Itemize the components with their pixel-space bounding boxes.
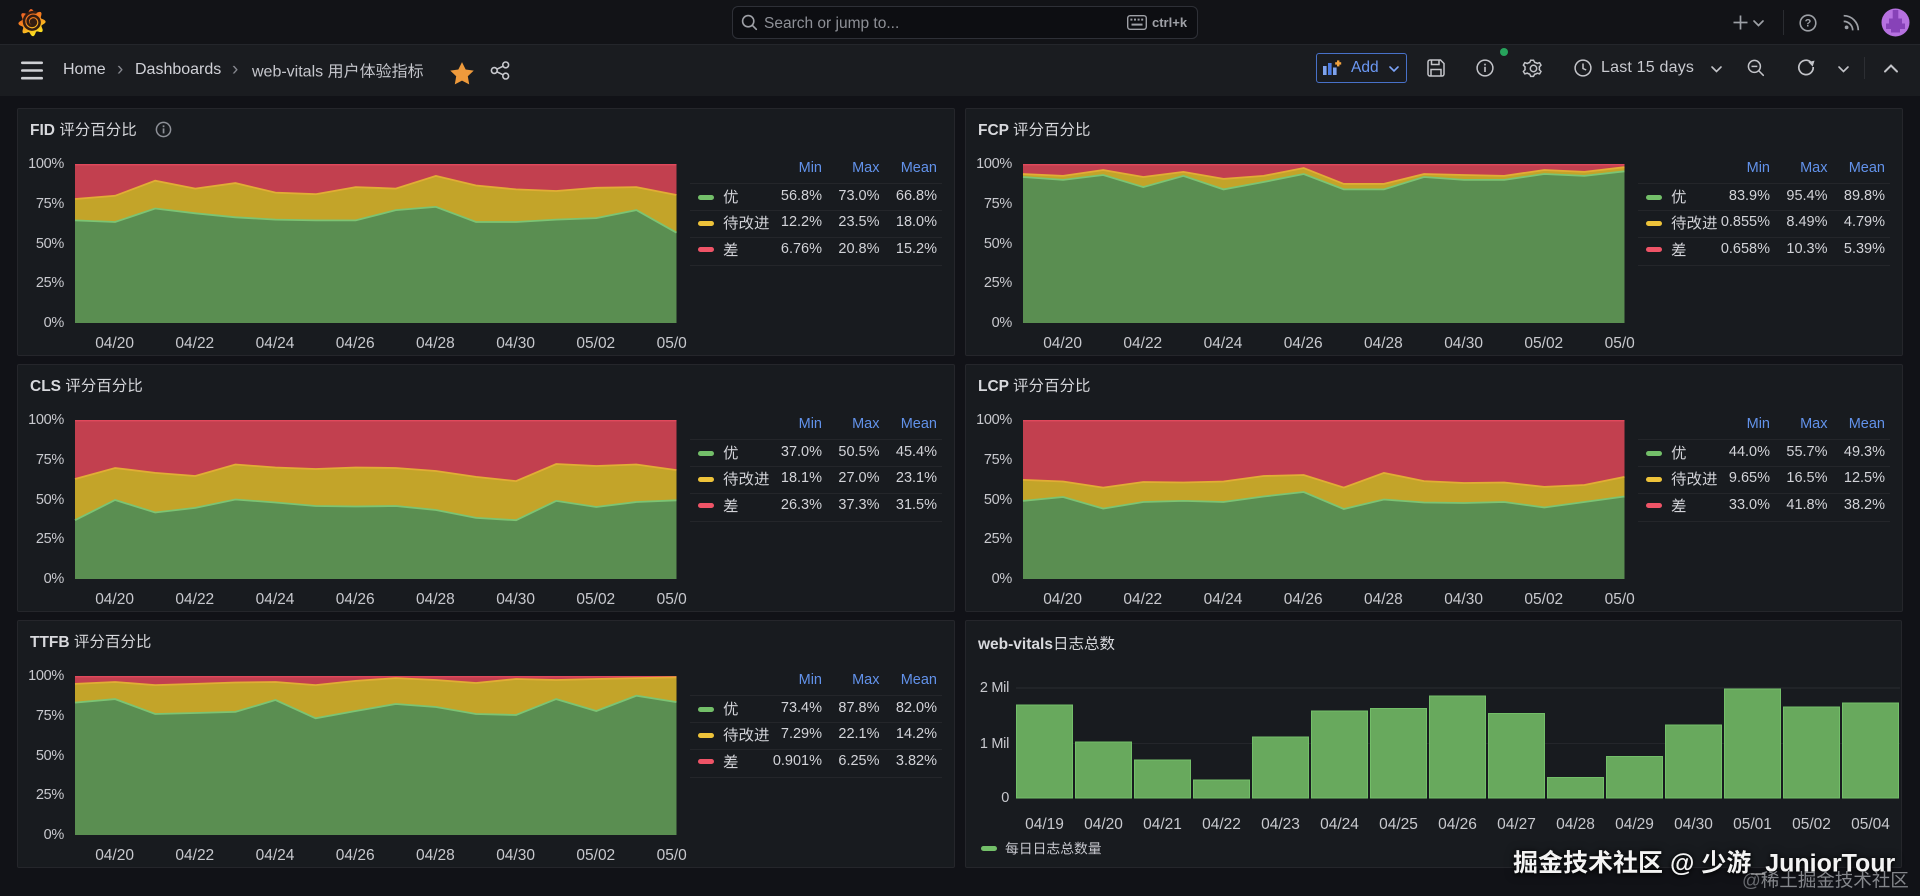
svg-text:web-vitals: web-vitals (977, 636, 1053, 653)
svg-text:CLS: CLS (30, 378, 65, 395)
svg-text:FID: FID (30, 122, 59, 139)
svg-text:?: ? (1805, 17, 1812, 29)
svg-text:LCP: LCP (978, 378, 1013, 395)
svg-text:TTFB: TTFB (30, 634, 74, 651)
svg-text:web-vitals: web-vitals (251, 63, 328, 80)
svg-text:FCP: FCP (978, 122, 1013, 139)
svg-text:@: @ (1663, 849, 1701, 877)
svg-text:@: @ (1742, 870, 1761, 891)
